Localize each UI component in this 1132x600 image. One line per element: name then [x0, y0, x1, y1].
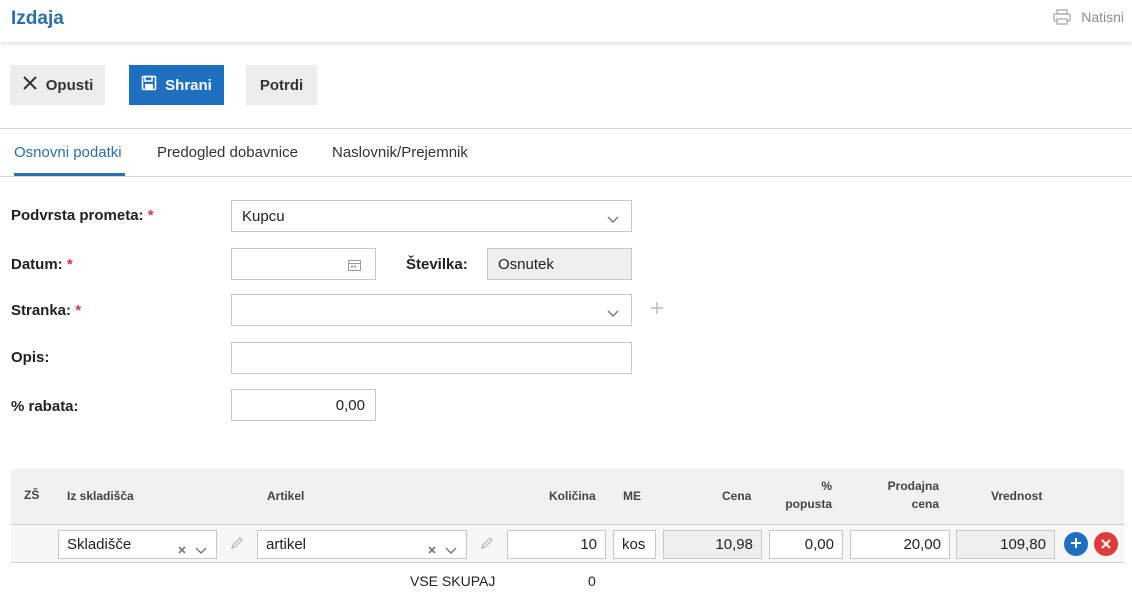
col-sale-price: Prodajna cena — [887, 479, 939, 511]
number-label: Številka: — [406, 256, 468, 273]
quantity-value: 10 — [580, 536, 597, 553]
unit-field[interactable]: kos — [613, 530, 656, 559]
discount-input[interactable]: 0,00 — [231, 389, 376, 421]
table-row: Skladišče artikel 10 kos 10,98 0,00 20,0… — [11, 525, 1124, 563]
description-input[interactable] — [231, 342, 632, 374]
save-label: Shrani — [165, 76, 212, 94]
close-icon — [22, 75, 38, 95]
sale-price-input[interactable]: 20,00 — [850, 530, 950, 559]
tab-bar: Osnovni podatki Predogled dobavnice Nasl… — [0, 129, 1132, 176]
total-label: VSE SKUPAJ — [410, 573, 496, 589]
tab-basic-data[interactable]: Osnovni podatki — [14, 144, 122, 161]
chevron-down-icon — [607, 305, 619, 322]
col-warehouse: Iz skladišča — [67, 489, 134, 503]
print-label: Natisni — [1081, 9, 1124, 25]
total-value: 0 — [588, 573, 596, 589]
floppy-icon — [141, 75, 157, 95]
plus-icon — [1070, 536, 1082, 553]
chevron-down-icon — [607, 211, 619, 228]
col-article: Artikel — [267, 489, 305, 503]
col-zs: ZŠ — [24, 488, 40, 502]
unit-value: kos — [622, 536, 646, 553]
clear-icon[interactable] — [178, 541, 186, 558]
discount-cell-input[interactable]: 0,00 — [769, 530, 843, 559]
value-value: 109,80 — [1000, 536, 1046, 553]
printer-icon — [1053, 9, 1071, 25]
value-field: 109,80 — [956, 530, 1055, 559]
required-marker: * — [147, 207, 154, 224]
confirm-button[interactable]: Potrdi — [246, 65, 317, 105]
chevron-down-icon[interactable] — [445, 542, 457, 559]
page-title: Izdaja — [11, 8, 64, 29]
col-discount: % popusta — [785, 479, 832, 511]
quantity-input[interactable]: 10 — [507, 530, 606, 559]
date-label: Datum: * — [11, 256, 73, 273]
add-row-button[interactable] — [1064, 532, 1088, 556]
chevron-down-icon[interactable] — [195, 542, 207, 559]
sale-price-value: 20,00 — [903, 536, 941, 553]
cancel-button[interactable]: Opusti — [10, 65, 105, 105]
top-bar: Izdaja Natisni — [0, 0, 1132, 42]
subtype-value: Kupcu — [242, 207, 285, 225]
add-partner-icon[interactable] — [650, 301, 664, 319]
print-link[interactable]: Natisni — [1053, 9, 1124, 25]
partner-label: Stranka: * — [11, 302, 82, 319]
save-button[interactable]: Shrani — [129, 65, 224, 105]
confirm-label: Potrdi — [259, 76, 304, 94]
required-marker: * — [75, 302, 82, 319]
col-unit: ME — [623, 489, 641, 503]
description-label: Opis: — [11, 349, 50, 366]
required-marker: * — [66, 256, 73, 273]
price-value: 10,98 — [715, 536, 753, 553]
article-value: artikel — [266, 536, 307, 553]
clear-icon[interactable] — [428, 541, 436, 558]
partner-select[interactable] — [231, 294, 632, 326]
col-price: Cena — [722, 489, 752, 503]
price-field: 10,98 — [663, 530, 762, 559]
article-select[interactable]: artikel — [257, 530, 467, 559]
discount-value: 0,00 — [335, 396, 365, 414]
calendar-icon[interactable] — [348, 258, 361, 275]
tab-delivery-preview[interactable]: Predogled dobavnice — [157, 144, 298, 161]
number-field: Osnutek — [487, 248, 632, 280]
close-icon — [1101, 536, 1111, 553]
subtype-select[interactable]: Kupcu — [231, 200, 632, 232]
discount-cell-value: 0,00 — [804, 536, 834, 553]
warehouse-value: Skladišče — [67, 536, 132, 553]
col-quantity: Količina — [549, 489, 596, 503]
divider — [0, 176, 1132, 177]
cancel-label: Opusti — [45, 76, 94, 94]
items-table-header: ZŠ Iz skladišča Artikel Količina ME Cena… — [11, 469, 1124, 525]
tab-recipient[interactable]: Naslovnik/Prejemnik — [332, 144, 468, 161]
col-value: Vrednost — [991, 489, 1043, 503]
pencil-icon[interactable] — [230, 536, 244, 554]
warehouse-select[interactable]: Skladišče — [58, 530, 217, 559]
number-value: Osnutek — [498, 255, 554, 273]
remove-row-button[interactable] — [1094, 532, 1118, 556]
subtype-label: Podvrsta prometa: * — [11, 207, 154, 224]
discount-label: % rabata: — [11, 398, 79, 415]
pencil-icon[interactable] — [480, 536, 494, 554]
date-input[interactable] — [231, 248, 376, 280]
